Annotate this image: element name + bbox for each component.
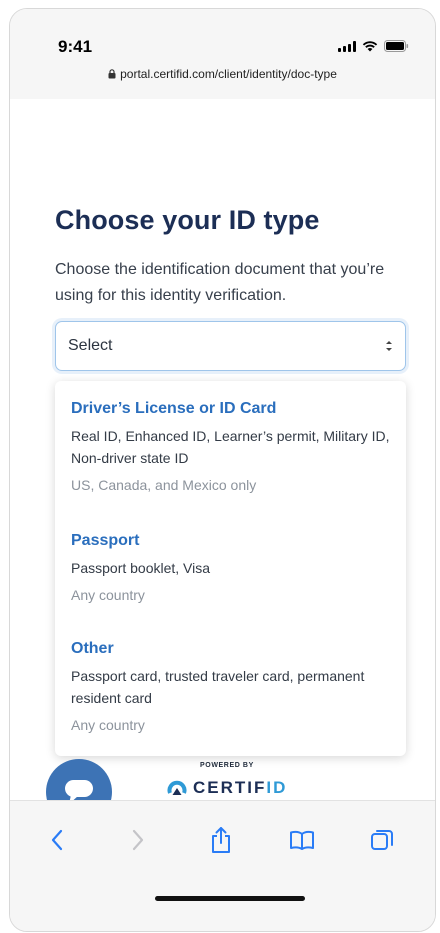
id-type-select[interactable]: Select bbox=[55, 321, 406, 371]
powered-by-label: POWERED BY bbox=[200, 762, 254, 769]
bookmarks-icon bbox=[290, 830, 314, 850]
option-details: Passport booklet, Visa bbox=[71, 560, 211, 576]
select-value: Select bbox=[68, 337, 113, 354]
option-scope: Any country bbox=[71, 587, 145, 603]
status-bar: 9:41 portal.certifid.com/client/identity… bbox=[10, 9, 435, 99]
lock-icon bbox=[108, 68, 116, 82]
option-title: Other bbox=[71, 640, 114, 657]
share-button[interactable] bbox=[206, 825, 236, 855]
id-type-dropdown: Driver’s License or ID Card Real ID, Enh… bbox=[55, 381, 406, 756]
status-icons bbox=[338, 40, 409, 52]
option-drivers-license[interactable]: Driver’s License or ID Card Real ID, Enh… bbox=[71, 399, 391, 495]
page-title: Choose your ID type bbox=[55, 205, 320, 235]
option-title: Passport bbox=[71, 532, 140, 549]
forward-icon bbox=[132, 829, 144, 851]
browser-toolbar bbox=[10, 800, 435, 931]
home-indicator bbox=[155, 896, 305, 901]
option-details: Passport card, trusted traveler card, pe… bbox=[71, 668, 365, 706]
share-icon bbox=[212, 827, 230, 853]
option-title: Driver’s License or ID Card bbox=[71, 400, 277, 417]
address-bar[interactable]: portal.certifid.com/client/identity/doc-… bbox=[10, 67, 435, 82]
page-content: Choose your ID type Choose the identific… bbox=[10, 99, 435, 825]
certifid-logo-icon bbox=[167, 780, 187, 795]
wifi-icon bbox=[362, 40, 378, 52]
url-text: portal.certifid.com/client/identity/doc-… bbox=[120, 67, 337, 81]
signal-icon bbox=[338, 40, 356, 52]
battery-icon bbox=[384, 40, 409, 52]
option-scope: Any country bbox=[71, 717, 145, 733]
option-details: Real ID, Enhanced ID, Learner’s permit, … bbox=[71, 428, 390, 466]
certifid-wordmark: CERTIFID bbox=[193, 778, 288, 797]
select-arrows-icon bbox=[386, 341, 392, 351]
phone-frame: 9:41 portal.certifid.com/client/identity… bbox=[9, 8, 436, 932]
status-time: 9:41 bbox=[58, 37, 93, 56]
option-passport[interactable]: Passport Passport booklet, Visa Any coun… bbox=[71, 531, 391, 605]
tabs-button[interactable] bbox=[367, 825, 397, 855]
option-scope: US, Canada, and Mexico only bbox=[71, 477, 257, 493]
page-description: Choose the identification document that … bbox=[55, 261, 385, 304]
forward-button[interactable] bbox=[123, 825, 153, 855]
option-other[interactable]: Other Passport card, trusted traveler ca… bbox=[71, 639, 391, 735]
back-button[interactable] bbox=[42, 825, 72, 855]
certifid-logo: CERTIFID bbox=[167, 778, 287, 798]
bookmarks-button[interactable] bbox=[287, 825, 317, 855]
back-icon bbox=[51, 829, 63, 851]
tabs-icon bbox=[371, 830, 393, 850]
